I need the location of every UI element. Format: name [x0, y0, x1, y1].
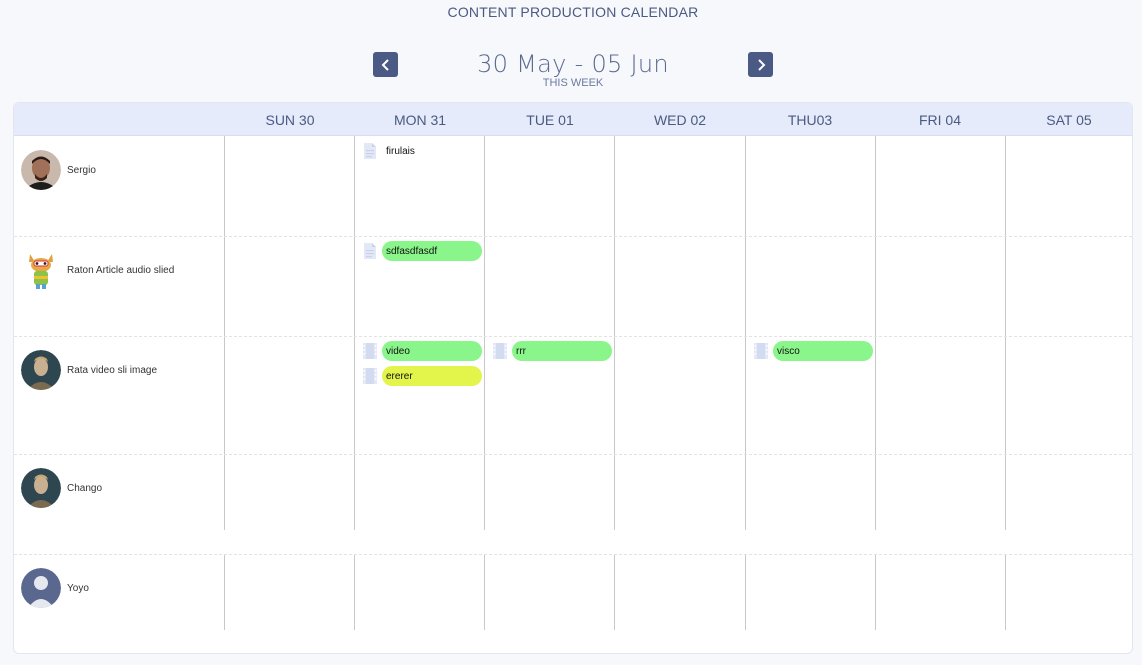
column-divider	[875, 554, 876, 630]
film-icon	[363, 343, 377, 359]
person-name: Chango	[67, 482, 103, 494]
row-divider	[14, 236, 1132, 237]
next-week-button[interactable]	[748, 52, 773, 77]
column-divider	[1005, 554, 1006, 630]
avatar	[21, 150, 61, 190]
day-header-mon: MON 31	[393, 112, 447, 128]
event-pill: visco	[773, 341, 873, 361]
column-divider	[614, 554, 615, 630]
column-divider	[875, 136, 876, 530]
column-divider	[484, 136, 485, 530]
film-icon	[493, 343, 507, 359]
column-divider	[614, 136, 615, 530]
avatar	[21, 250, 61, 290]
event-item[interactable]: video	[361, 341, 482, 361]
column-divider	[1005, 136, 1006, 530]
person-row-rata[interactable]: Rata video sli image	[21, 350, 157, 390]
chevron-right-icon	[757, 58, 765, 71]
event-pill: rrr	[512, 341, 612, 361]
row-divider	[14, 554, 1132, 555]
event-pill: firulais	[386, 145, 415, 157]
event-item[interactable]: rrr	[491, 341, 612, 361]
day-header-wed: WED 02	[653, 112, 707, 128]
person-name: Raton Article audio slied	[67, 264, 175, 276]
page-title: CONTENT PRODUCTION CALENDAR	[447, 4, 699, 20]
calendar-grid: SUN 30 MON 31 TUE 01 WED 02 THU03 FRI 04…	[13, 102, 1133, 654]
document-icon	[364, 243, 376, 259]
person-row-raton[interactable]: Raton Article audio slied	[21, 250, 174, 290]
day-header-row: SUN 30 MON 31 TUE 01 WED 02 THU03 FRI 04…	[14, 103, 1132, 136]
document-icon	[364, 143, 376, 159]
event-item[interactable]: sdfasdfasdf	[361, 241, 482, 261]
person-row-chango[interactable]: Chango	[21, 468, 102, 508]
event-item[interactable]: firulais	[361, 141, 482, 161]
person-row-sergio[interactable]: Sergio	[21, 150, 96, 190]
week-subtitle: THIS WEEK	[542, 77, 604, 89]
film-icon	[363, 368, 377, 384]
column-divider	[224, 554, 225, 630]
column-divider	[224, 136, 225, 530]
column-divider	[745, 554, 746, 630]
row-divider	[14, 336, 1132, 337]
column-divider	[484, 554, 485, 630]
day-header-sun: SUN 30	[265, 112, 315, 128]
row-divider	[14, 454, 1132, 455]
person-name: Rata video sli image	[67, 364, 158, 376]
person-row-yoyo[interactable]: Yoyo	[21, 568, 89, 608]
day-header-thu: THU03	[787, 112, 833, 128]
avatar	[21, 568, 61, 608]
event-pill: ererer	[382, 366, 482, 386]
week-range: 30 May - 05 Jun	[477, 50, 669, 78]
person-name: Sergio	[67, 164, 96, 176]
day-header-tue: TUE 01	[526, 112, 574, 128]
avatar	[21, 350, 61, 390]
person-name: Yoyo	[67, 582, 89, 594]
column-divider	[354, 136, 355, 530]
event-item[interactable]: visco	[752, 341, 873, 361]
day-header-sat: SAT 05	[1046, 112, 1092, 128]
event-item[interactable]: ererer	[361, 366, 482, 386]
film-icon	[754, 343, 768, 359]
avatar	[21, 468, 61, 508]
event-pill: video	[382, 341, 482, 361]
day-header-fri: FRI 04	[918, 112, 961, 128]
column-divider	[745, 136, 746, 530]
event-pill: sdfasdfasdf	[382, 241, 482, 261]
column-divider	[354, 554, 355, 630]
